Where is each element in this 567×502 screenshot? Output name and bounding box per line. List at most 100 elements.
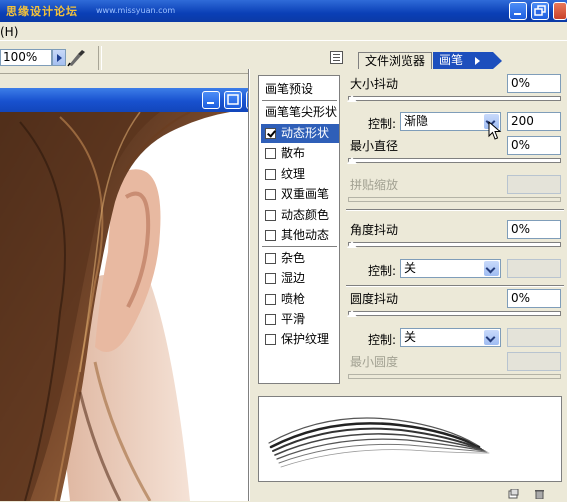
list-item-label: 纹理 [281,167,306,181]
watermark-text: 思缘设计论坛 [6,5,78,18]
roundness-jitter-slider[interactable] [346,309,561,318]
brush-options-list: 画笔预设 画笔笔尖形状 动态形状 散布 纹理 双重画笔 动态颜色 其他动态 杂色… [258,75,340,384]
chevron-down-icon[interactable] [484,330,499,345]
list-item-noise[interactable]: 杂色 [261,249,339,268]
slider-thumb[interactable] [346,94,358,103]
min-roundness-label: 最小圆度 [350,355,399,369]
close-button[interactable] [553,2,567,20]
size-jitter-input[interactable]: 0% [507,74,561,93]
app-title-bar: 思缘设计论坛 www.missyuan.com [0,0,567,22]
checkbox-other-dynamics[interactable] [265,230,276,241]
tab-brushes-label: 画笔 [439,53,464,67]
min-diameter-input[interactable]: 0% [507,136,561,155]
list-item-smoothing[interactable]: 平滑 [261,310,339,329]
slider-thumb[interactable] [346,240,358,249]
min-roundness-input [507,352,561,371]
list-item-wet-edges[interactable]: 湿边 [261,269,339,288]
portrait-photo [0,112,252,501]
tilt-scale-slider [348,197,561,202]
roundness-control-value: 关 [404,330,417,344]
list-item-other-dynamics[interactable]: 其他动态 [261,226,339,245]
min-diameter-slider[interactable] [346,156,561,165]
size-control-label: 控制: [368,117,397,131]
palette-well-icon[interactable] [330,51,343,64]
checkbox-texture[interactable] [265,169,276,180]
section-divider [346,285,564,287]
list-item-brush-tip-shape[interactable]: 画笔笔尖形状 [261,103,339,122]
section-divider [346,209,564,211]
airbrush-icon [64,50,88,72]
delete-icon[interactable] [534,488,545,500]
tilt-scale-label: 拼贴缩放 [350,178,399,192]
list-divider [262,246,337,248]
angle-jitter-slider[interactable] [346,240,561,249]
panel-footer [250,486,567,501]
maximize-icon [225,92,241,108]
list-item-label: 动态形状 [281,126,330,140]
checkbox-scattering[interactable] [265,148,276,159]
list-item-protect-texture[interactable]: 保护纹理 [261,330,339,349]
roundness-control-dropdown[interactable]: 关 [400,328,501,347]
list-item-airbrush[interactable]: 喷枪 [261,290,339,309]
minimize-button[interactable] [509,2,527,20]
size-control-dropdown[interactable]: 渐隐 [400,112,501,131]
chevron-down-icon[interactable] [484,261,499,276]
menu-help[interactable]: 帮助(H) [0,23,18,40]
list-divider [262,100,337,102]
watermark-url: www.missyuan.com [96,6,176,15]
brushes-panel: 画笔预设 画笔笔尖形状 动态形状 散布 纹理 双重画笔 动态颜色 其他动态 杂色… [249,69,567,501]
checkbox-noise[interactable] [265,253,276,264]
tab-menu-arrow-icon [475,57,480,65]
airbrush-button[interactable] [64,47,88,69]
fade-steps-input[interactable]: 200 [507,112,561,131]
list-item-label: 其他动态 [281,228,330,242]
roundness-jitter-input[interactable]: 0% [507,289,561,308]
list-item-label: 湿边 [281,271,306,285]
list-item-brush-presets[interactable]: 画笔预设 [261,80,339,99]
restore-button[interactable] [531,2,549,20]
list-item-label: 保护纹理 [281,332,330,346]
list-item-texture[interactable]: 纹理 [261,165,339,184]
checkbox-wet-edges[interactable] [265,273,276,284]
checkbox-smoothing[interactable] [265,314,276,325]
list-item-label: 喷枪 [281,292,306,306]
min-diameter-label: 最小直径 [350,139,399,153]
roundness-control-label: 控制: [368,333,397,347]
size-jitter-slider[interactable] [346,94,561,103]
tab-file-browser[interactable]: 文件浏览器 [358,52,432,70]
size-control-value: 渐隐 [404,114,429,128]
new-preset-icon[interactable] [508,488,519,499]
doc-minimize-button[interactable] [202,91,220,109]
doc-maximize-button[interactable] [224,91,242,109]
menu-bar: 帮助(H) [0,22,567,40]
list-item-scattering[interactable]: 散布 [261,144,339,163]
angle-control-dropdown[interactable]: 关 [400,259,501,278]
restore-icon [532,3,548,19]
slider-thumb[interactable] [346,309,358,318]
toolbar-separator [98,46,102,70]
tilt-scale-input [507,175,561,194]
size-jitter-label: 大小抖动 [350,77,399,91]
angle-jitter-label: 角度抖动 [350,223,399,237]
angle-jitter-input[interactable]: 0% [507,220,561,239]
document-canvas[interactable] [0,112,252,501]
tab-brushes[interactable]: 画笔 [433,52,493,69]
close-icon [554,3,566,19]
angle-control-label: 控制: [368,264,397,278]
list-item-label: 双重画笔 [281,187,330,201]
angle-control-value: 关 [404,261,417,275]
slider-thumb[interactable] [346,156,358,165]
list-item-color-dynamics[interactable]: 动态颜色 [261,206,339,225]
roundness-jitter-label: 圆度抖动 [350,292,399,306]
checkbox-shape-dynamics[interactable] [265,128,276,139]
checkbox-color-dynamics[interactable] [265,210,276,221]
list-item-shape-dynamics[interactable]: 动态形状 [261,124,339,143]
list-item-label: 动态颜色 [281,208,330,222]
zoom-input[interactable]: 100% [0,49,52,66]
checkbox-airbrush[interactable] [265,294,276,305]
checkbox-dual-brush[interactable] [265,189,276,200]
list-item-dual-brush[interactable]: 双重画笔 [261,185,339,204]
min-roundness-slider [348,374,561,379]
checkbox-protect-texture[interactable] [265,334,276,345]
list-item-label: 平滑 [281,312,306,326]
